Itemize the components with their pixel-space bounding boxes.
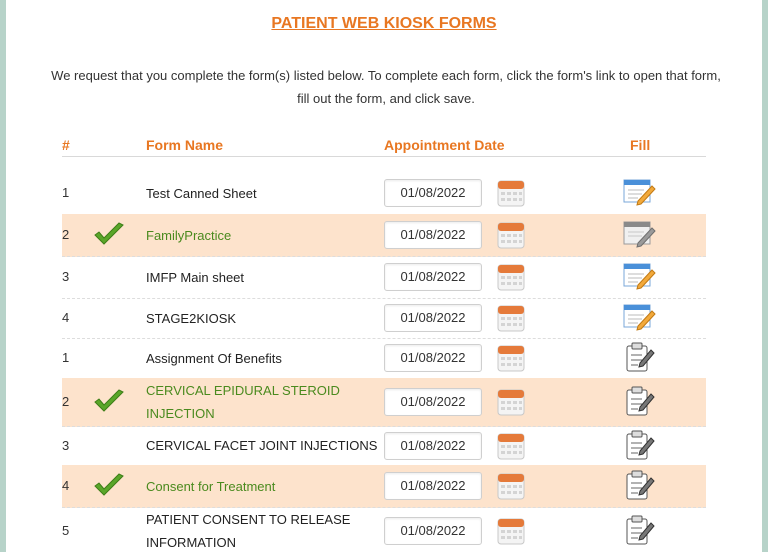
row-number: 3: [62, 437, 70, 453]
clipboard-edit-icon[interactable]: [622, 385, 656, 419]
table-row: 3 CERVICAL FACET JOINT INJECTIONS 01/08/20…: [62, 426, 706, 466]
clipboard-edit-icon[interactable]: [622, 429, 656, 463]
form-name-line: Test Canned Sheet: [146, 185, 257, 201]
col-num-header: #: [62, 137, 70, 153]
appointment-date-field[interactable]: 01/08/2022: [384, 517, 482, 545]
appointment-date-field[interactable]: 01/08/2022: [384, 221, 482, 249]
page-title: PATIENT WEB KIOSK FORMS: [271, 15, 497, 32]
col-date-header: Appointment Date: [384, 137, 505, 153]
appointment-date-field[interactable]: 01/08/2022: [384, 388, 482, 416]
appointment-date-field[interactable]: 01/08/2022: [384, 472, 482, 500]
calendar-icon[interactable]: [496, 516, 526, 546]
table-header: # Form Name Appointment Date Fill: [62, 134, 706, 157]
table-row: 2 FamilyPractice 01/08/2022: [62, 214, 706, 257]
calendar-icon[interactable]: [496, 343, 526, 373]
row-number: 3: [62, 269, 70, 284]
form-name-line: CERVICAL EPIDURAL STEROID: [146, 383, 340, 398]
appointment-date-field[interactable]: 01/08/2022: [384, 344, 482, 372]
completed-check-icon: [92, 473, 126, 499]
calendar-icon[interactable]: [496, 220, 526, 250]
table-row: 2 CERVICAL EPIDURAL STEROID INJECTION 01/08…: [62, 378, 706, 427]
form-name-line: STAGE2KIOSK: [146, 310, 237, 326]
form-name-link[interactable]: CERVICAL FACET JOINT INJECTIONS: [146, 434, 380, 457]
form-name-line: PATIENT CONSENT TO RELEASE: [146, 512, 351, 527]
appointment-date-field[interactable]: 01/08/2022: [384, 263, 482, 291]
table-row: 1 Assignment Of Benefits 01/08/2022: [62, 338, 706, 379]
form-name-link[interactable]: PATIENT CONSENT TO RELEASE INFORMATION: [146, 508, 380, 552]
form-name-link[interactable]: Consent for Treatment: [146, 475, 380, 498]
form-name-line: INJECTION: [146, 406, 215, 421]
row-number: 1: [62, 350, 70, 365]
form-name-link[interactable]: Assignment Of Benefits: [146, 347, 380, 370]
table-row: 4 Consent for Treatment 01/08/2022: [62, 465, 706, 508]
form-name-link[interactable]: Test Canned Sheet: [146, 182, 380, 205]
calendar-icon[interactable]: [496, 471, 526, 501]
clipboard-edit-icon[interactable]: [622, 514, 656, 548]
form-name-line: INFORMATION: [146, 535, 237, 550]
appointment-date-field[interactable]: 01/08/2022: [384, 304, 482, 332]
table-row: 4 STAGE2KIOSK 01/08/2022: [62, 298, 706, 339]
form-name-line: Consent for Treatment: [146, 478, 276, 494]
table-row: 3 IMFP Main sheet 01/08/2022: [62, 256, 706, 299]
table-row: 5 PATIENT CONSENT TO RELEASE INFORMATION 01…: [62, 507, 706, 552]
calendar-icon[interactable]: [496, 303, 526, 333]
col-name-header: Form Name: [146, 137, 224, 153]
calendar-icon[interactable]: [496, 262, 526, 292]
completed-check-icon: [92, 389, 126, 415]
appointment-date-field[interactable]: 01/08/2022: [384, 431, 482, 460]
kiosk-panel: PATIENT WEB KIOSK FORMS We request that …: [6, 0, 762, 552]
form-edit-icon[interactable]: [622, 260, 656, 294]
row-number: 2: [62, 394, 70, 409]
instructions-line-1: We request that you complete the form(s)…: [51, 68, 721, 83]
row-number: 4: [62, 478, 70, 493]
form-edit-disabled-icon[interactable]: [622, 218, 656, 252]
form-name-link[interactable]: FamilyPractice: [146, 224, 380, 247]
row-number: 2: [62, 227, 70, 242]
form-name-line: IMFP Main sheet: [146, 269, 245, 285]
calendar-icon[interactable]: [496, 431, 526, 461]
form-edit-icon[interactable]: [622, 176, 656, 210]
row-number: 4: [62, 310, 70, 325]
row-number: 5: [62, 523, 70, 538]
completed-check-icon: [92, 222, 126, 248]
appointment-date-field[interactable]: 01/08/2022: [384, 179, 482, 207]
form-name-link[interactable]: STAGE2KIOSK: [146, 307, 380, 330]
row-number: 1: [62, 185, 70, 200]
instructions-line-2: fill out the form, and click save.: [297, 91, 475, 106]
clipboard-edit-icon[interactable]: [622, 469, 656, 503]
form-name-line: FamilyPractice: [146, 227, 232, 243]
instructions: We request that you complete the form(s)…: [22, 64, 750, 110]
form-name-line: CERVICAL FACET JOINT INJECTIONS: [146, 438, 378, 453]
calendar-icon[interactable]: [496, 178, 526, 208]
form-name-link[interactable]: CERVICAL EPIDURAL STEROID INJECTION: [146, 379, 380, 425]
form-edit-icon[interactable]: [622, 301, 656, 335]
form-name-link[interactable]: IMFP Main sheet: [146, 266, 380, 289]
col-fill-header: Fill: [630, 137, 651, 153]
table-row: 1 Test Canned Sheet 01/08/2022: [62, 172, 706, 215]
clipboard-edit-icon[interactable]: [622, 341, 656, 375]
form-name-line: Assignment Of Benefits: [146, 350, 282, 366]
calendar-icon[interactable]: [496, 387, 526, 417]
